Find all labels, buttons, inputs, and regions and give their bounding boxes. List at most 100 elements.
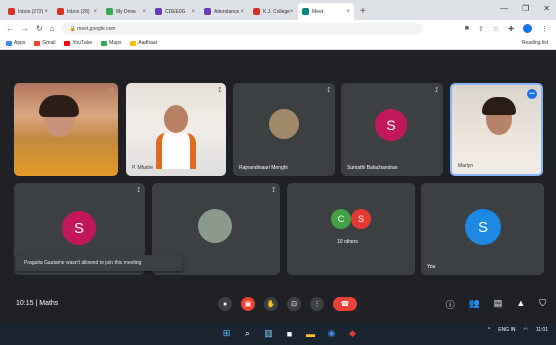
present-screen-icon[interactable]: ⊡ [287,297,301,311]
participant-video-hair [39,95,79,117]
language-indicator[interactable]: ENG IN [498,327,515,333]
participant-video-body [156,133,196,169]
notification-toast: Pragatia Gautame wasn't allowed to join … [16,255,183,271]
forms-icon [155,8,162,15]
tab-form-1[interactable]: CDEE0G × [151,3,199,20]
self-avatar: S [465,209,501,245]
wifi-icon[interactable]: ◠ [523,327,527,333]
participant-photo [198,209,232,243]
bookmark-apps[interactable]: Apps [6,40,25,46]
app-icon[interactable]: ◆ [346,327,359,340]
widgets-icon[interactable]: ■ [283,327,296,340]
meet-icon [302,8,309,15]
tab-drive[interactable]: My Drive × [102,3,150,20]
bookmark-youtube[interactable]: YouTube [64,40,92,46]
tab-inbox-1[interactable]: Inbox (272) × [4,3,52,20]
browser-tabbar: Inbox (272) × Inbox (28) × My Drive × CDEE0… [0,0,556,20]
profile-avatar[interactable] [523,24,532,33]
raise-hand-icon[interactable]: ✋ [264,297,278,311]
close-icon[interactable]: × [290,9,294,15]
menu-icon[interactable]: ⋮ [541,25,548,33]
participant-video-person [164,105,188,133]
participant-tile-5[interactable]: ••• Marlyn [450,83,543,176]
participant-tile-1[interactable]: ◌ [14,83,118,176]
mic-toggle-icon[interactable]: ● [218,297,232,311]
share-icon[interactable]: ⇪ [478,25,484,33]
reload-icon[interactable]: ↻ [36,24,43,33]
address-bar-row: ← → ↻ ⌂ 🔒 meet.google.com ■ ⇪ ☆ ✚ ⋮ [0,20,556,37]
extensions-area: ■ ⇪ ☆ ✚ ⋮ [465,24,556,33]
drive-icon [106,8,113,15]
meeting-controls-bar: 10:15 | Maths ● ▣ ✋ ⊡ ⋮ ☎ ⓘ 👥 ▤ ▲ ⛉ [0,290,556,323]
star-icon[interactable]: ☆ [493,25,499,33]
back-icon[interactable]: ← [6,24,14,33]
close-icon[interactable]: × [44,9,48,15]
participant-name: Rajnandinaari Menghi [239,165,288,171]
tab-meet[interactable]: Meet × [298,3,354,20]
tab-form-2[interactable]: Attendance × [200,3,248,20]
activities-icon[interactable]: ▲ [516,298,525,311]
close-icon[interactable]: × [93,9,97,15]
info-icon[interactable]: ⓘ [446,298,455,311]
participant-photo [269,109,299,139]
bookmark-gmail[interactable]: Gmail [34,40,55,46]
close-icon[interactable]: × [346,9,350,15]
puzzle-icon[interactable]: ✚ [508,25,514,33]
home-icon[interactable]: ⌂ [50,24,55,33]
window-controls: — ❐ ✕ [500,4,550,13]
file-explorer-icon[interactable]: ▬ [304,327,317,340]
windows-start-icon[interactable]: ⊞ [220,327,233,340]
forms-icon [204,8,211,15]
mic-off-icon: ⟟ [272,187,275,194]
group-avatar-s: S [351,209,371,229]
group-avatar-c: C [331,209,351,229]
camera-off-icon[interactable]: ▣ [241,297,255,311]
url-input[interactable]: 🔒 meet.google.com [61,22,422,35]
chat-icon[interactable]: ▤ [494,298,503,311]
end-call-icon[interactable]: ☎ [333,297,357,311]
camera-icon[interactable]: ■ [465,25,469,32]
more-options-icon[interactable]: ⋮ [310,297,324,311]
participant-tile-4[interactable]: S ⟟ Sumathi Balachandran [341,83,443,176]
taskbar-apps: ⊞ ⌕ ▥ ■ ▬ ◉ ◆ [220,327,359,340]
bookmark-aadhaar[interactable]: Aadhaar [130,40,157,46]
participant-name: Marlyn [458,163,474,169]
shield-icon[interactable]: ⛉ [539,298,546,311]
chrome-icon[interactable]: ◉ [325,327,338,340]
tray-arrow-icon[interactable]: ^ [488,327,490,333]
participant-name: You [427,264,436,270]
maximize-icon[interactable]: ❐ [522,4,529,13]
new-tab-button[interactable]: + [360,3,366,20]
participant-video-hair [482,97,516,115]
tab-college[interactable]: K.J. College × [249,3,297,20]
participant-tile-2[interactable]: ⟟ P. Mhatre [126,83,226,176]
close-icon[interactable]: × [240,9,244,15]
bookmarks-bar: Apps Gmail YouTube Maps Aadhaar Reading … [0,37,556,50]
mic-off-icon: ⟟ [327,87,330,94]
bookmark-maps[interactable]: Maps [101,40,121,46]
close-icon[interactable]: × [142,9,146,15]
participant-name: P. Mhatre [132,165,154,171]
gmail-icon [34,40,41,46]
participant-tile-others[interactable]: C S 10 others [287,183,415,275]
gmail-icon [253,8,260,15]
close-window-icon[interactable]: ✕ [543,4,550,13]
people-icon[interactable]: 👥 [469,298,480,311]
tab-inbox-2[interactable]: Inbox (28) × [53,3,101,20]
minimize-icon[interactable]: — [500,4,508,13]
maps-icon [101,40,108,46]
participant-tile-3[interactable]: ⟟ Rajnandinaari Menghi [233,83,335,176]
reading-list[interactable]: Reading list [522,40,556,46]
meeting-name: Maths [39,300,59,307]
participant-avatar: S [62,211,96,245]
apps-icon [6,40,12,46]
mic-off-icon: ⟟ [435,87,438,94]
task-view-icon[interactable]: ▥ [262,327,275,340]
clock[interactable]: 11:01 [536,327,548,333]
close-icon[interactable]: × [191,9,195,15]
search-icon[interactable]: ⌕ [241,327,254,340]
participant-tile-self[interactable]: S You [421,183,544,275]
forward-icon[interactable]: → [21,24,29,33]
gmail-icon [8,8,15,15]
meet-stage: ◌ ⟟ P. Mhatre ⟟ Rajnandinaari Menghi S ⟟… [0,50,556,323]
